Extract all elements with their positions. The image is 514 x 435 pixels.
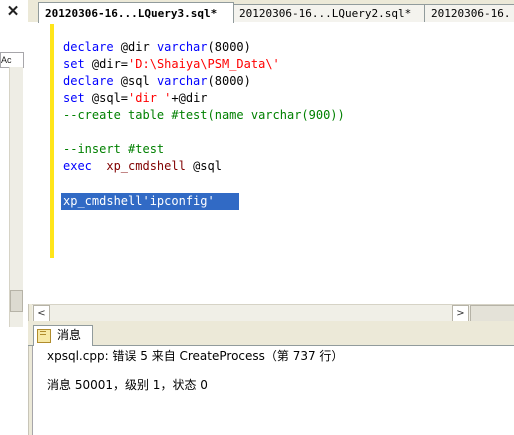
left-scrollbar-thumb[interactable] [10,290,23,312]
close-icon[interactable]: ✕ [4,3,22,21]
code-token: varchar [156,40,208,54]
code-token: @dir [113,40,157,54]
message-line: xpsql.cpp: 错误 5 来自 CreateProcess（第 737 行… [47,349,344,363]
message-line: 消息 50001，级别 1，状态 0 [47,378,208,392]
code-token: declare [63,74,114,88]
code-token: @sql= [84,91,129,105]
left-vertical-scrollbar[interactable] [9,67,23,327]
code-line[interactable]: --create table #test(name varchar(900)) [63,107,345,124]
code-token: @sql [185,159,222,173]
horizontal-scrollbar[interactable] [32,304,514,322]
tab-query1[interactable]: 20120306-16. [424,4,514,22]
tab-query2[interactable]: 20120306-16...LQuery2.sql* [232,4,426,22]
editor-gutter [28,22,48,304]
code-token: +@dir [171,91,208,105]
message-icon-lines [40,331,46,335]
code-token: (8000) [207,40,251,54]
results-tab-strip [28,325,514,346]
code-line[interactable]: exec xp_cmdshell @sql [63,158,222,175]
object-explorer-label: Ac [0,52,24,68]
code-line[interactable]: set @dir='D:\Shaiya\PSM_Data\' [63,56,280,73]
code-token: set [63,57,85,71]
horizontal-scrollbar-thumb[interactable] [470,305,514,322]
scroll-left-button[interactable]: < [33,305,50,322]
change-tracking-bar [50,24,54,258]
code-line[interactable]: declare @dir varchar(8000) [63,39,251,56]
code-token: varchar [156,74,208,88]
tab-query3[interactable]: 20120306-16...LQuery3.sql* [38,2,234,23]
code-token: (8000) [207,74,251,88]
code-token: xp_cmdshell'ipconfig' [63,194,215,208]
code-token: @sql [113,74,157,88]
code-token: --create table #test(name varchar(900)) [63,108,345,122]
tab-messages-label: 消息 [57,328,82,342]
code-line-selected[interactable]: xp_cmdshell'ipconfig' [63,193,215,210]
code-token: 'dir ' [128,91,172,105]
code-token: --insert #test [63,142,165,156]
code-token: declare [63,40,114,54]
code-line[interactable]: --insert #test [63,141,164,158]
code-line[interactable]: declare @sql varchar(8000) [63,73,251,90]
code-token: xp_cmdshell [106,159,186,173]
code-line[interactable]: set @sql='dir '+@dir [63,90,208,107]
code-token: set [63,91,85,105]
code-token: exec [63,159,92,173]
scroll-right-button[interactable]: > [452,305,469,322]
code-token: 'D:\Shaiya\PSM_Data\' [128,57,280,71]
code-token: @dir= [84,57,129,71]
